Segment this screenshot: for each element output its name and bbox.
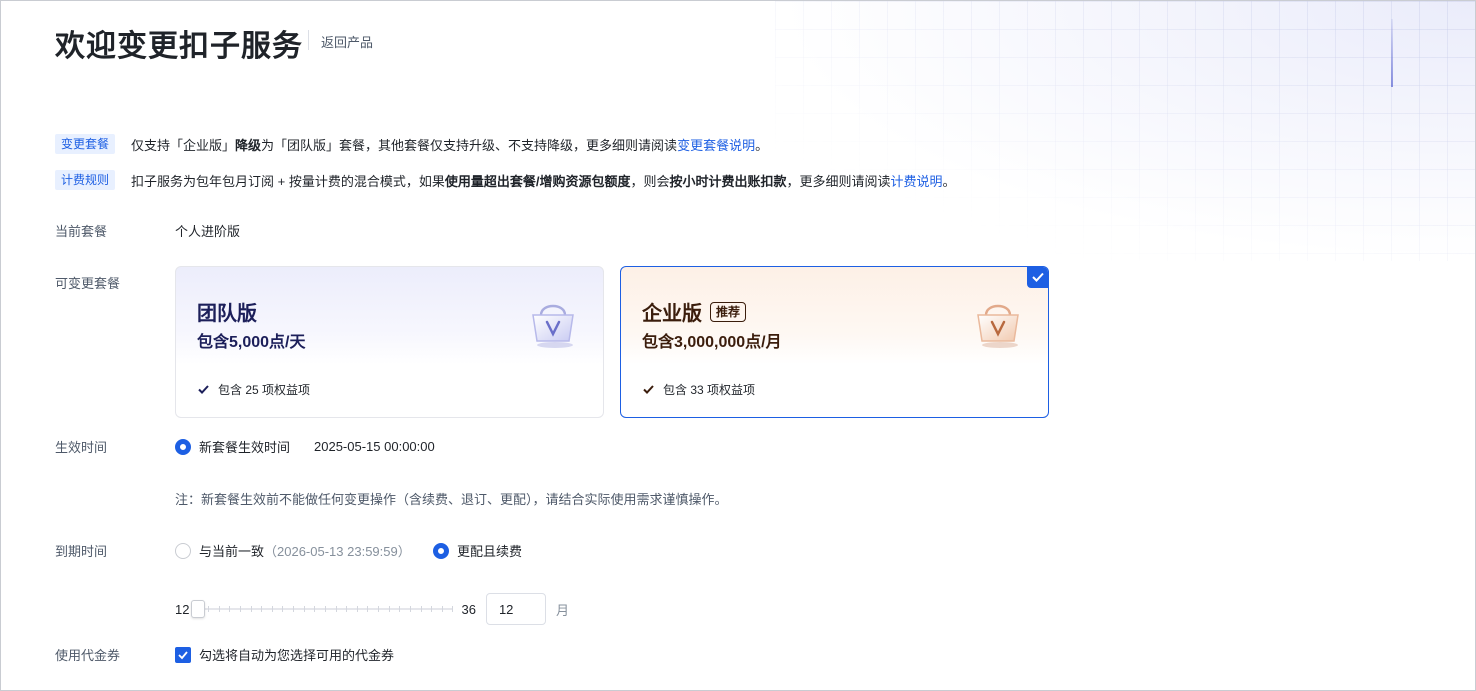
slider-tick [208,606,210,612]
slider-tick [239,606,241,612]
slider-min-label: 12 [175,601,190,617]
slider-tick [388,606,390,612]
notice-text: ，更多细则请阅读 [786,173,891,189]
radio-label: 新套餐生效时间 [199,440,291,455]
notice-tag-change-plan: 变更套餐 [55,134,116,154]
slider-tick [218,606,220,612]
slider-tick [261,606,263,612]
title-divider [308,30,309,50]
duration-slider-row: 12 36 月 [175,593,569,625]
voucher-label: 使用代金券 [55,648,121,663]
plan-benefits: 包含 33 项权益项 [642,381,755,398]
slider-tick [303,606,305,612]
voucher-option[interactable]: 勾选将自动为您选择可用的代金券 [175,645,394,664]
current-plan-value: 个人进阶版 [175,224,241,239]
slider-tick [229,606,231,612]
radio-label: 更配且续费 [457,544,523,559]
checkmark-icon [178,650,188,659]
notice-bold-text: 按小时计费出账扣款 [669,173,787,189]
duration-unit: 月 [555,602,569,618]
plan-quota: 包含3,000,000点/月 [642,334,782,351]
notice-bold-text: 降级 [235,137,262,153]
slider-tick [282,606,284,612]
current-plan-label: 当前套餐 [55,224,108,239]
plan-quota: 包含5,000点/天 [197,334,306,351]
radio-same-as-current[interactable] [175,542,191,559]
plan-name-text: 团队版 [197,303,257,325]
plan-benefits: 包含 25 项权益项 [197,381,310,398]
selected-corner-badge [1027,267,1048,288]
page-title: 欢迎变更扣子服务 [55,30,303,63]
decorative-accent-line [1391,19,1393,87]
radio-effective-time[interactable] [175,438,191,455]
notice-change-plan: 变更套餐 仅支持「企业版」 降级 为「团队版」套餐，其他套餐仅支持升级、不支持降级，… [55,134,768,154]
slider-tick [367,606,369,612]
slider-ticks [197,606,454,612]
notice-text: 。 [755,137,769,153]
back-to-product-link[interactable]: 返回产品 [321,32,373,51]
notice-tag-billing: 计费规则 [55,170,116,190]
slider-max-label: 36 [461,601,476,617]
plan-name-text: 企业版 [642,303,702,325]
slider-tick [356,606,358,612]
slider-tick [271,606,273,612]
slider-tick [335,606,337,612]
available-plans-label: 可变更套餐 [55,276,121,291]
notice-text: 仅支持「企业版」 [131,137,236,153]
slider-tick [441,606,443,612]
slider-thumb[interactable] [191,600,206,618]
expiry-option-same[interactable]: 与当前一致 （2026-05-13 23:59:59） [175,541,411,560]
duration-slider[interactable] [191,600,454,618]
slider-tick [399,606,401,612]
expiry-time-label: 到期时间 [55,544,108,559]
effective-time-note: 注：新套餐生效前不能做任何变更操作（含续费、退订、更配），请结合实际使用需求谨慎… [175,492,728,507]
slider-tick [378,606,380,612]
notice-text: 。 [942,173,956,189]
duration-input[interactable] [485,593,546,625]
current-expiry-date: （2026-05-13 23:59:59） [264,544,411,559]
slider-tick [452,606,454,612]
slider-tick [293,606,295,612]
slider-tick [314,606,316,612]
plan-name: 企业版 推荐 [642,297,747,326]
recommended-badge: 推荐 [710,301,747,322]
effective-datetime: 2025-05-15 00:00:00 [314,439,435,454]
plan-benefits-text: 包含 25 项权益项 [218,383,311,397]
billing-doc-link[interactable]: 计费说明 [891,171,943,190]
check-icon [643,385,654,394]
basket-icon [977,304,1019,348]
check-icon [198,385,209,394]
notice-bold-text: 使用量超出套餐/增购资源包额度 [444,173,631,189]
basket-icon [532,304,574,348]
radio-renew[interactable] [433,542,449,559]
slider-tick [250,606,252,612]
plan-name: 团队版 [197,297,257,326]
background-grid [775,1,1475,261]
checkbox-label: 勾选将自动为您选择可用的代金券 [199,648,395,663]
checkmark-icon [1032,272,1044,282]
effective-time-option[interactable]: 新套餐生效时间 2025-05-15 00:00:00 [175,437,435,456]
slider-tick [346,606,348,612]
change-plan-doc-link[interactable]: 变更套餐说明 [677,135,755,154]
slider-tick [409,606,411,612]
effective-time-label: 生效时间 [55,440,108,455]
notice-text: 扣子服务为包年包月订阅 + 按量计费的混合模式，如果 [131,173,445,189]
slider-tick [324,606,326,612]
notice-text: ，则会 [630,173,670,189]
slider-tick [431,606,433,612]
notice-text: 为「团队版」套餐，其他套餐仅支持升级、不支持降级，更多细则请阅读 [261,137,678,153]
voucher-checkbox[interactable] [175,646,191,663]
plan-card-team[interactable]: 团队版 包含5,000点/天 包含 25 项权益项 [175,266,604,418]
radio-label: 与当前一致 [199,544,265,559]
expiry-option-renew[interactable]: 更配且续费 [433,541,522,560]
plan-card-enterprise[interactable]: 企业版 推荐 包含3,000,000点/月 包含 33 项权益项 [620,266,1049,418]
plan-benefits-text: 包含 33 项权益项 [663,383,756,397]
slider-tick [420,606,422,612]
notice-billing-rules: 计费规则 扣子服务为包年包月订阅 + 按量计费的混合模式，如果 使用量超出套餐/增… [55,170,956,190]
page-frame: 欢迎变更扣子服务 返回产品 变更套餐 仅支持「企业版」 降级 为「团队版」套餐，其他… [0,0,1476,691]
